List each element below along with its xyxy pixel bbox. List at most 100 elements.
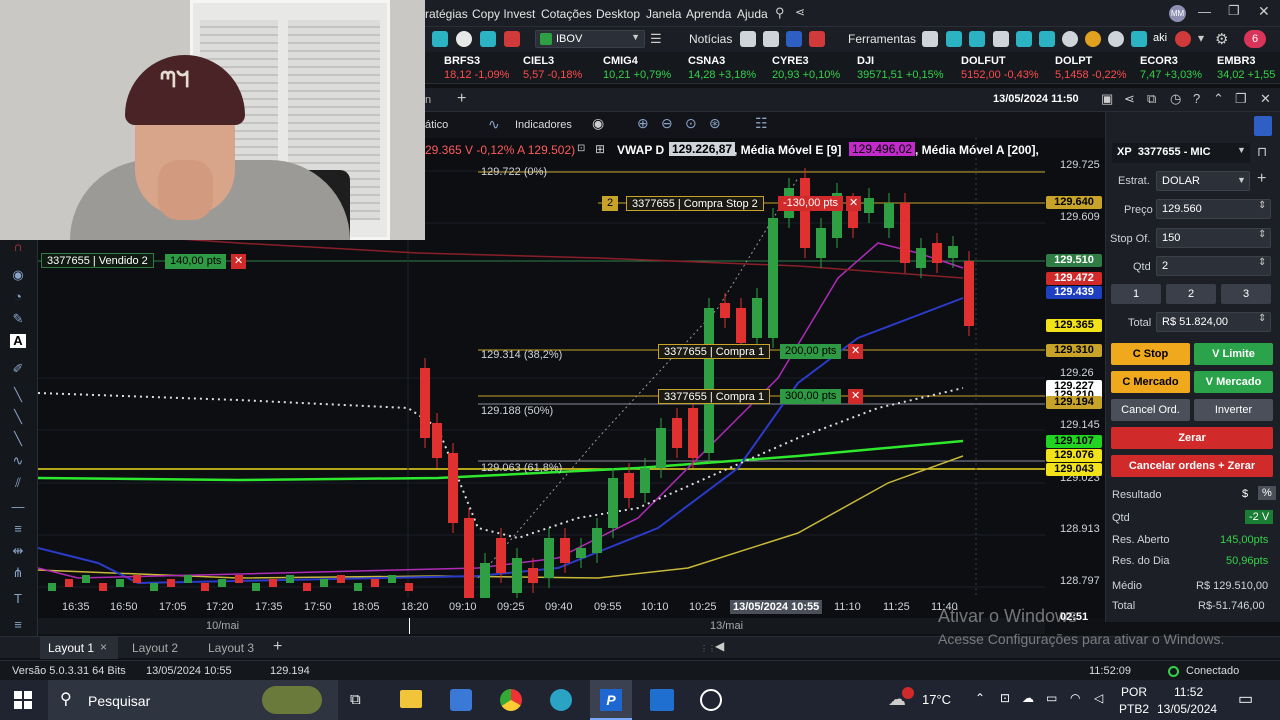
pen-icon[interactable]: ✐ (10, 362, 26, 376)
arrows-icon[interactable] (946, 31, 962, 47)
buy-order-label[interactable]: 3377655 | Compra 1 (658, 344, 771, 359)
windows-start-icon[interactable] (14, 691, 32, 709)
zero-position-button[interactable]: Zerar (1111, 427, 1273, 449)
range-tool-icon[interactable]: ⇹ (10, 544, 26, 558)
ticker-item[interactable]: BRFS3 18,12 -1,09% (444, 55, 509, 81)
menu-cotacoes[interactable]: Cotações (541, 7, 592, 21)
tab-layout-3[interactable]: Layout 3 (208, 641, 254, 655)
sell-market-button[interactable]: V Mercado (1194, 371, 1273, 393)
gear-icon[interactable]: ⚙ (1215, 30, 1228, 48)
store-icon[interactable] (450, 689, 472, 711)
history-icon[interactable]: ◷ (1170, 91, 1181, 107)
alert-icon[interactable] (1175, 31, 1191, 47)
profit-app-icon[interactable]: P (590, 680, 632, 720)
time-axis[interactable]: 16:35 16:50 17:05 17:20 17:35 17:50 18:05 18:20… (38, 598, 1045, 618)
columns-icon[interactable] (1039, 31, 1055, 47)
add-strategy-icon[interactable]: + (1257, 170, 1266, 188)
ticker-item[interactable]: EMBR3 34,02 +1,55 (1217, 55, 1275, 81)
zoom-in-icon[interactable]: ⊕ (637, 115, 649, 132)
wave-tool-icon[interactable]: ∿ (10, 454, 26, 468)
cancel-buy-order-icon[interactable]: ✕ (848, 344, 864, 359)
ticker-item[interactable]: DJI 39571,51 +0,15% (857, 55, 944, 81)
dollar-icon[interactable] (809, 31, 825, 47)
replay-icon[interactable] (1085, 31, 1101, 47)
drag-handle-icon[interactable]: ⋮⋮ (700, 644, 716, 653)
fan-tool-icon[interactable]: ⋔ (10, 566, 26, 580)
strategy-select[interactable]: DOLAR (1156, 171, 1250, 191)
wifi-icon[interactable]: ◠ (1070, 691, 1080, 705)
percent-toggle[interactable]: % (1258, 486, 1276, 500)
ticker-item[interactable]: CMIG4 10,21 +0,79% (603, 55, 671, 81)
close-icon[interactable]: ✕ (1260, 91, 1271, 107)
reset-zoom-icon[interactable]: ⊛ (709, 115, 721, 132)
grid-icon[interactable] (432, 31, 448, 47)
share-icon[interactable]: ⋖ (795, 5, 805, 19)
stepper-icon[interactable]: ⇕ (1258, 200, 1266, 211)
text-icon[interactable]: T (10, 592, 26, 606)
currency-toggle[interactable]: $ (1242, 488, 1248, 500)
taskbar-date[interactable]: 13/05/2024 (1157, 702, 1217, 716)
noticias-button[interactable]: Notícias (689, 32, 732, 46)
zoom-fit-icon[interactable]: ⊙ (685, 115, 697, 132)
trend-tool-icon[interactable]: ╲ (10, 432, 26, 446)
pie-chart-icon[interactable] (456, 31, 472, 47)
stepper-icon[interactable]: ⇕ (1258, 229, 1266, 240)
globe-icon[interactable] (1062, 31, 1078, 47)
price-axis[interactable]: 129.725 129.609 129.26 129.145 129.023 1… (1045, 138, 1105, 618)
menu-copy-invest[interactable]: Copy Invest (472, 7, 535, 21)
help-icon[interactable]: ? (1193, 91, 1200, 106)
eye-icon[interactable]: ◉ (592, 115, 604, 132)
tray-app-icon[interactable]: ⊡ (1000, 691, 1010, 705)
eye-icon[interactable]: ◉ (10, 268, 26, 282)
tape-icon[interactable] (993, 31, 1009, 47)
ticker-item[interactable]: CYRE3 20,93 +0,10% (772, 55, 840, 81)
menu-aprenda[interactable]: Aprenda (686, 7, 731, 21)
settings-sliders-icon[interactable]: ☷ (755, 115, 768, 132)
clock-icon[interactable] (1108, 31, 1124, 47)
hline-tool-icon[interactable]: — (10, 500, 26, 514)
ladder-icon[interactable] (1016, 31, 1032, 47)
magnet-icon[interactable]: ∩ (10, 240, 26, 254)
qty-preset-3[interactable]: 3 (1221, 284, 1271, 304)
ticker-item[interactable]: CSNA3 14,28 +3,18% (688, 55, 756, 81)
people-icon[interactable] (1131, 31, 1147, 47)
notifications-icon[interactable]: ▭ (1238, 689, 1253, 709)
outlook-icon[interactable] (650, 689, 674, 711)
ticker-item[interactable]: ECOR3 7,47 +3,03% (1140, 55, 1202, 81)
tray-expand-icon[interactable]: ⌃ (975, 691, 985, 705)
edit-icon[interactable]: ✎ (10, 312, 26, 326)
minimize-icon[interactable]: — (1198, 4, 1211, 19)
list-icon[interactable]: ☰ (650, 31, 662, 47)
window-icon[interactable] (969, 31, 985, 47)
cancel-and-zero-button[interactable]: Cancelar ordens + Zerar (1111, 455, 1273, 477)
menu-desktop[interactable]: Desktop (596, 7, 640, 21)
ray-tool-icon[interactable]: ╲ (10, 410, 26, 424)
cancel-orders-button[interactable]: Cancel Ord. (1111, 399, 1190, 421)
screenshot-icon[interactable]: ▣ (1101, 91, 1113, 107)
timer-icon[interactable]: ◔ (10, 290, 26, 304)
tv-icon[interactable] (786, 31, 802, 47)
restore-icon[interactable]: ❐ (1228, 3, 1240, 19)
buy-market-button[interactable]: C Mercado (1111, 371, 1190, 393)
restore-icon[interactable]: ❐ (1235, 91, 1247, 107)
stop-order-label[interactable]: 3377655 | Compra Stop 2 (626, 196, 764, 211)
price-input[interactable]: 129.560 (1156, 199, 1271, 219)
indicator-icon[interactable]: ∿ (488, 116, 500, 133)
scroll-left-icon[interactable]: ⊡ (577, 143, 585, 154)
panel-toggle-icon[interactable] (1254, 116, 1272, 136)
stepper-icon[interactable]: ⇕ (1258, 313, 1266, 324)
add-indicator-icon[interactable]: ⊞ (595, 142, 605, 156)
position-line-tag[interactable]: 3377655 | Vendido 2 (41, 253, 154, 268)
zoom-out-icon[interactable]: ⊖ (661, 115, 673, 132)
layout-icon[interactable] (922, 31, 938, 47)
task-view-icon[interactable]: ⧉ (350, 691, 361, 708)
channel-tool-icon[interactable]: ⫽ (10, 476, 26, 490)
language[interactable]: POR (1121, 685, 1147, 699)
news-icon[interactable] (740, 31, 756, 47)
cancel-buy-order-icon[interactable]: ✕ (848, 389, 864, 404)
qty-input[interactable]: 2 (1156, 256, 1271, 276)
buy-stop-button[interactable]: C Stop (1111, 343, 1190, 365)
menu-janela[interactable]: Janela (646, 7, 681, 21)
calendar-icon[interactable] (763, 31, 779, 47)
collapse-icon[interactable]: ⌃ (1213, 91, 1224, 107)
